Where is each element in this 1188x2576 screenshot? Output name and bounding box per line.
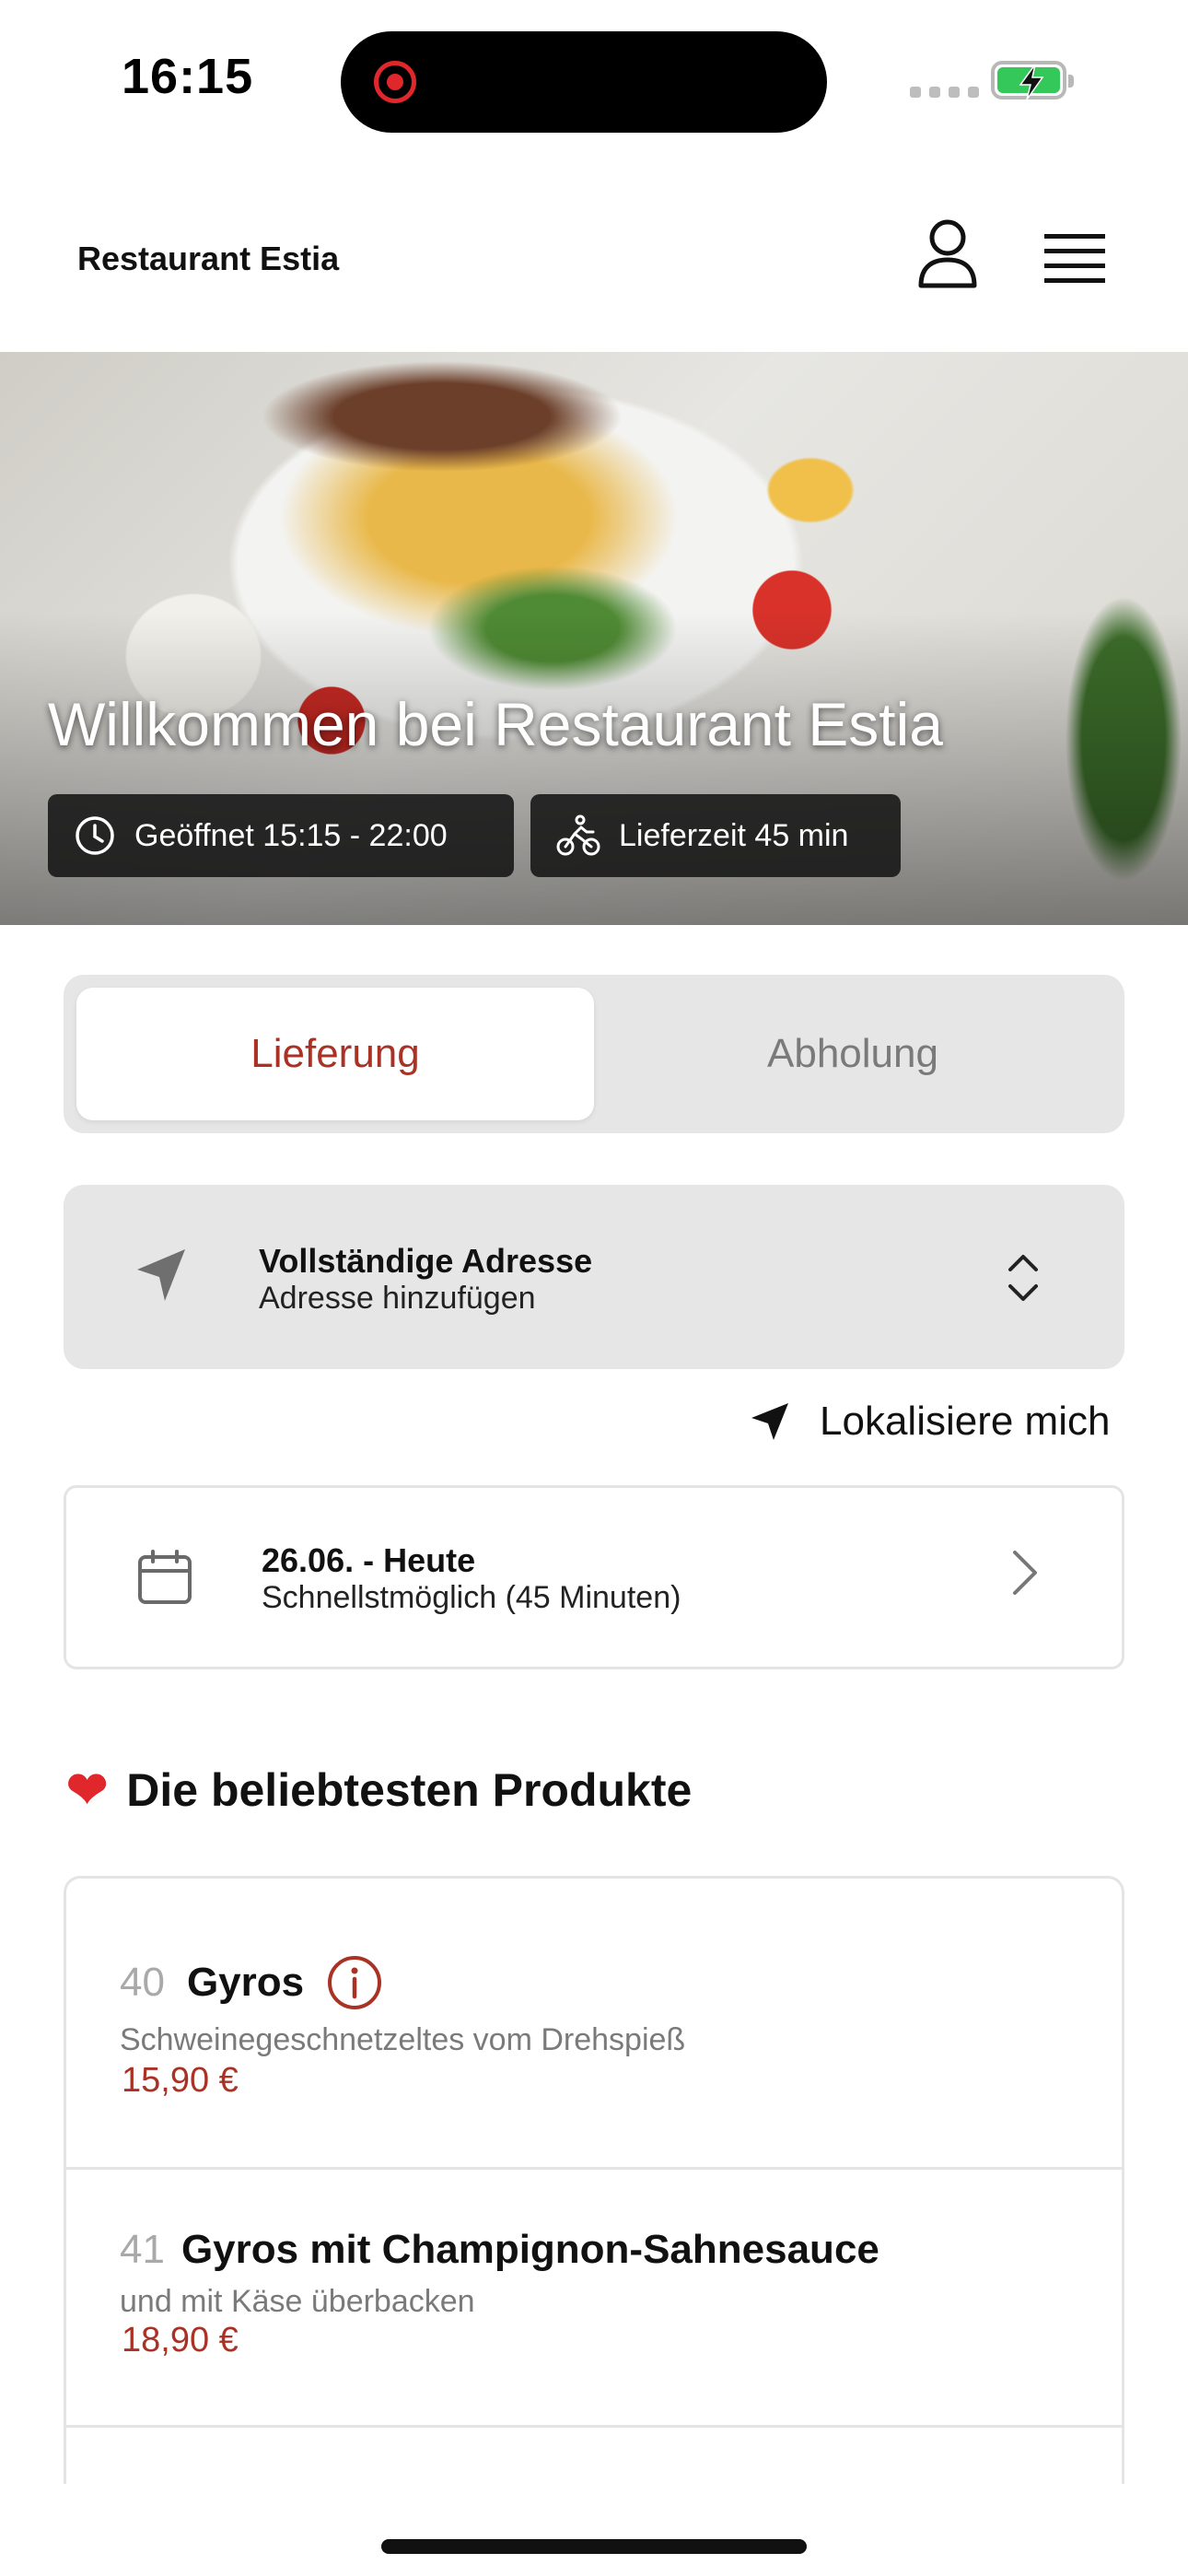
cellular-signal-icon bbox=[910, 87, 979, 98]
chevron-right-icon bbox=[1013, 1551, 1037, 1595]
product-number: 41 bbox=[120, 2227, 165, 2272]
navigation-arrow-icon bbox=[137, 1249, 185, 1301]
status-time: 16:15 bbox=[122, 49, 254, 104]
calendar-icon bbox=[138, 1550, 192, 1604]
delivery-time-option: Schnellstmöglich (45 Minuten) bbox=[262, 1580, 681, 1615]
address-title: Vollständige Adresse bbox=[259, 1242, 593, 1280]
address-selector[interactable]: Vollständige Adresse Adresse hinzufügen bbox=[64, 1185, 1124, 1369]
product-price: 18,90 € bbox=[122, 2321, 239, 2359]
recording-indicator-icon bbox=[374, 61, 416, 103]
product-description: Schweinegeschnetzeltes vom Drehspieß bbox=[120, 2022, 686, 2057]
status-bar: 16:15 bbox=[0, 0, 1188, 157]
clock-icon bbox=[76, 816, 114, 855]
order-mode-toggle: Lieferung Abholung bbox=[64, 975, 1124, 1133]
locate-me-label: Lokalisiere mich bbox=[820, 1399, 1111, 1444]
home-indicator[interactable] bbox=[381, 2539, 807, 2554]
popular-products-heading: ❤ Die beliebtesten Produkte bbox=[66, 1763, 692, 1817]
product-number: 40 bbox=[120, 1960, 165, 2005]
locate-me-link[interactable]: Lokalisiere mich bbox=[748, 1399, 1110, 1445]
battery-charging-icon bbox=[991, 61, 1074, 100]
product-name: Gyros mit Champignon-Sahnesauce bbox=[181, 2227, 879, 2272]
chevron-up-down-icon bbox=[1008, 1255, 1038, 1301]
opening-hours-badge: Geöffnet 15:15 - 22:00 bbox=[48, 794, 514, 877]
popular-products-title: Die beliebtesten Produkte bbox=[126, 1764, 693, 1816]
restaurant-name[interactable]: Restaurant Estia bbox=[77, 240, 339, 278]
product-description: und mit Käse überbacken bbox=[120, 2284, 475, 2319]
delivery-time-selector[interactable]: 26.06. - Heute Schnellstmöglich (45 Minu… bbox=[64, 1485, 1124, 1669]
pickup-tab[interactable]: Abholung bbox=[594, 988, 1112, 1120]
heart-icon: ❤ bbox=[66, 1762, 109, 1818]
product-item[interactable]: 41 Gyros mit Champignon-Sahnesauce und m… bbox=[66, 2170, 1122, 2428]
user-icon[interactable] bbox=[915, 217, 980, 289]
product-item[interactable]: 40 Gyros Schweinegeschnetzeltes vom Dreh… bbox=[66, 1879, 1122, 2170]
delivery-time-text: Lieferzeit 45 min bbox=[619, 817, 849, 853]
opening-hours-text: Geöffnet 15:15 - 22:00 bbox=[134, 817, 448, 853]
hero-title: Willkommen bei Restaurant Estia bbox=[48, 690, 944, 758]
info-icon[interactable] bbox=[326, 1954, 383, 2011]
menu-icon[interactable] bbox=[1044, 232, 1105, 284]
hero-banner: Willkommen bei Restaurant Estia Geöffnet… bbox=[0, 352, 1188, 925]
popular-products-list: 40 Gyros Schweinegeschnetzeltes vom Dreh… bbox=[64, 1876, 1124, 2484]
app-header: Restaurant Estia bbox=[0, 157, 1188, 354]
dynamic-island bbox=[341, 31, 827, 133]
location-arrow-icon bbox=[751, 1403, 788, 1440]
product-price: 15,90 € bbox=[122, 2061, 239, 2100]
delivery-date: 26.06. - Heute bbox=[262, 1541, 476, 1579]
product-name: Gyros bbox=[186, 1960, 305, 2005]
delivery-tab[interactable]: Lieferung bbox=[76, 988, 594, 1120]
delivery-time-badge: Lieferzeit 45 min bbox=[530, 794, 901, 877]
address-subtitle: Adresse hinzufügen bbox=[259, 1281, 536, 1316]
bicycle-icon bbox=[556, 814, 600, 856]
